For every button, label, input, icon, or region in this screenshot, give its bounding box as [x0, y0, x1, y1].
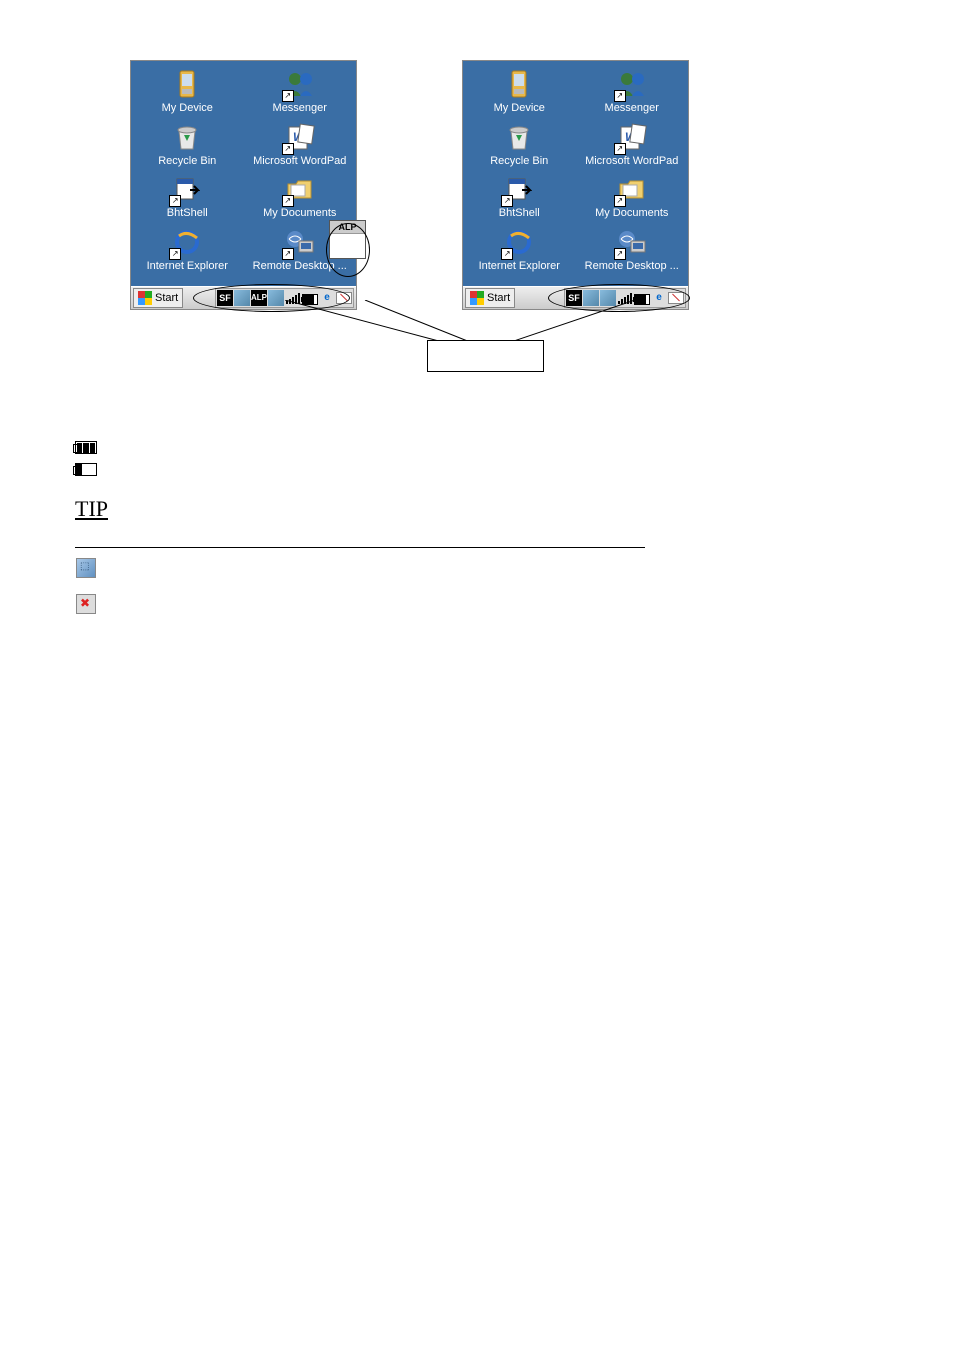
battery-full-row — [75, 440, 879, 456]
callout-connector — [75, 300, 879, 390]
alp-popup-body — [330, 234, 365, 258]
icon-bhtshell[interactable]: BhtShell — [131, 170, 244, 223]
icon-my-documents[interactable]: My Documents — [576, 170, 689, 223]
folder-icon — [616, 173, 648, 205]
usb-connected-row — [75, 560, 879, 576]
icon-bhtshell[interactable]: BhtShell — [463, 170, 576, 223]
icon-label: BhtShell — [166, 207, 209, 220]
icon-my-device[interactable]: My Device — [131, 65, 244, 118]
ie-icon — [171, 226, 203, 258]
battery-low-icon — [75, 462, 97, 478]
icon-remote-desktop[interactable]: Remote Desktop ... — [576, 223, 689, 276]
usb-connected-icon — [75, 560, 97, 576]
icon-internet-explorer[interactable]: Internet Explorer — [463, 223, 576, 276]
alp-popup: ALP — [329, 220, 366, 259]
icon-recycle-bin[interactable]: Recycle Bin — [131, 118, 244, 171]
icon-label: My Documents — [594, 207, 669, 220]
ie-icon — [503, 226, 535, 258]
remote-desktop-icon — [616, 226, 648, 258]
icon-label: Recycle Bin — [157, 155, 217, 168]
device-icon — [171, 68, 203, 100]
icon-label: Microsoft WordPad — [252, 155, 347, 168]
icon-label: Messenger — [272, 102, 328, 115]
wordpad-icon: W — [616, 121, 648, 153]
icon-label: My Device — [161, 102, 214, 115]
folder-icon — [284, 173, 316, 205]
icon-messenger[interactable]: Messenger — [576, 65, 689, 118]
icon-messenger[interactable]: Messenger — [244, 65, 357, 118]
battery-full-icon — [75, 440, 97, 456]
icon-internet-explorer[interactable]: Internet Explorer — [131, 223, 244, 276]
icon-label: My Device — [493, 102, 546, 115]
alp-popup-title: ALP — [330, 221, 365, 234]
icon-wordpad[interactable]: W Microsoft WordPad — [576, 118, 689, 171]
icon-label: Internet Explorer — [478, 260, 561, 273]
battery-low-row — [75, 462, 879, 478]
tip-row: TIP — [75, 496, 879, 522]
icon-my-device[interactable]: My Device — [463, 65, 576, 118]
icon-label: Microsoft WordPad — [584, 155, 679, 168]
messenger-icon — [616, 68, 648, 100]
device-icon — [503, 68, 535, 100]
icon-label: Messenger — [604, 102, 660, 115]
device-screenshot-left: My Device Messenger Recycle Bin W Micros… — [130, 60, 357, 310]
desktop-icon-grid: My Device Messenger Recycle Bin W Micros… — [131, 61, 356, 286]
usb-disconnected-icon — [75, 596, 97, 612]
messenger-icon — [284, 68, 316, 100]
icon-label: Remote Desktop ... — [584, 260, 680, 273]
callout-box — [427, 340, 544, 372]
bhtshell-icon — [171, 173, 203, 205]
recycle-bin-icon — [503, 121, 535, 153]
desktop-icon-grid: My Device Messenger Recycle Bin W Micros… — [463, 61, 688, 286]
icon-recycle-bin[interactable]: Recycle Bin — [463, 118, 576, 171]
icon-label: Recycle Bin — [489, 155, 549, 168]
remote-desktop-icon — [284, 226, 316, 258]
bhtshell-icon — [503, 173, 535, 205]
device-screenshot-right: My Device Messenger Recycle Bin W Micros… — [462, 60, 689, 310]
icon-label: Internet Explorer — [146, 260, 229, 273]
icon-my-documents[interactable]: My Documents — [244, 170, 357, 223]
icon-label: Remote Desktop ... — [252, 260, 348, 273]
icon-wordpad[interactable]: W Microsoft WordPad — [244, 118, 357, 171]
usb-disconnected-row — [75, 596, 879, 612]
section-divider — [75, 547, 645, 548]
icon-label: My Documents — [262, 207, 337, 220]
wordpad-icon: W — [284, 121, 316, 153]
recycle-bin-icon — [171, 121, 203, 153]
tip-label: TIP — [75, 496, 115, 522]
icon-label: BhtShell — [498, 207, 541, 220]
